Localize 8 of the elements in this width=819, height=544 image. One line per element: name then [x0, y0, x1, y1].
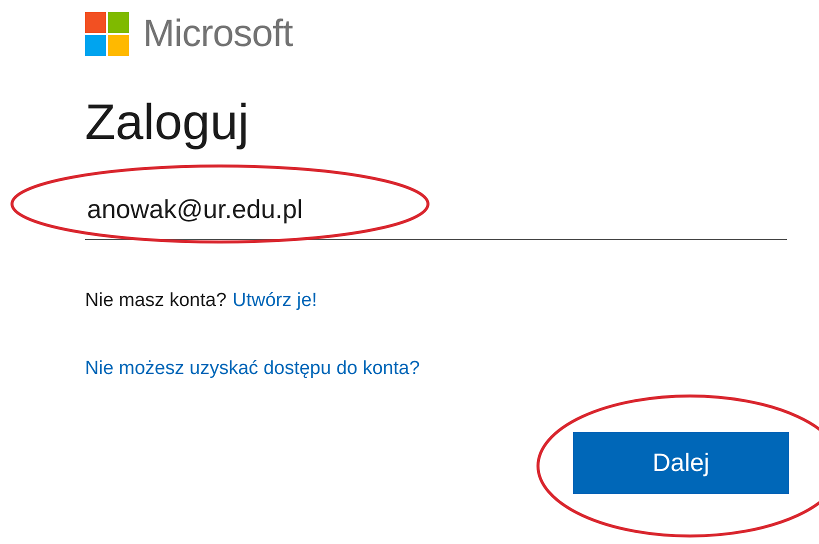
- brand-name: Microsoft: [143, 12, 293, 56]
- create-account-link[interactable]: Utwórz je!: [232, 290, 317, 312]
- logo-icon: [85, 12, 129, 56]
- email-field[interactable]: anowak@ur.edu.pl: [85, 190, 787, 240]
- next-button[interactable]: Dalej: [573, 432, 789, 494]
- no-account-text: Nie masz konta?: [85, 290, 227, 312]
- page-title: Zaloguj: [85, 94, 250, 150]
- account-access-link[interactable]: Nie możesz uzyskać dostępu do konta?: [85, 358, 420, 379]
